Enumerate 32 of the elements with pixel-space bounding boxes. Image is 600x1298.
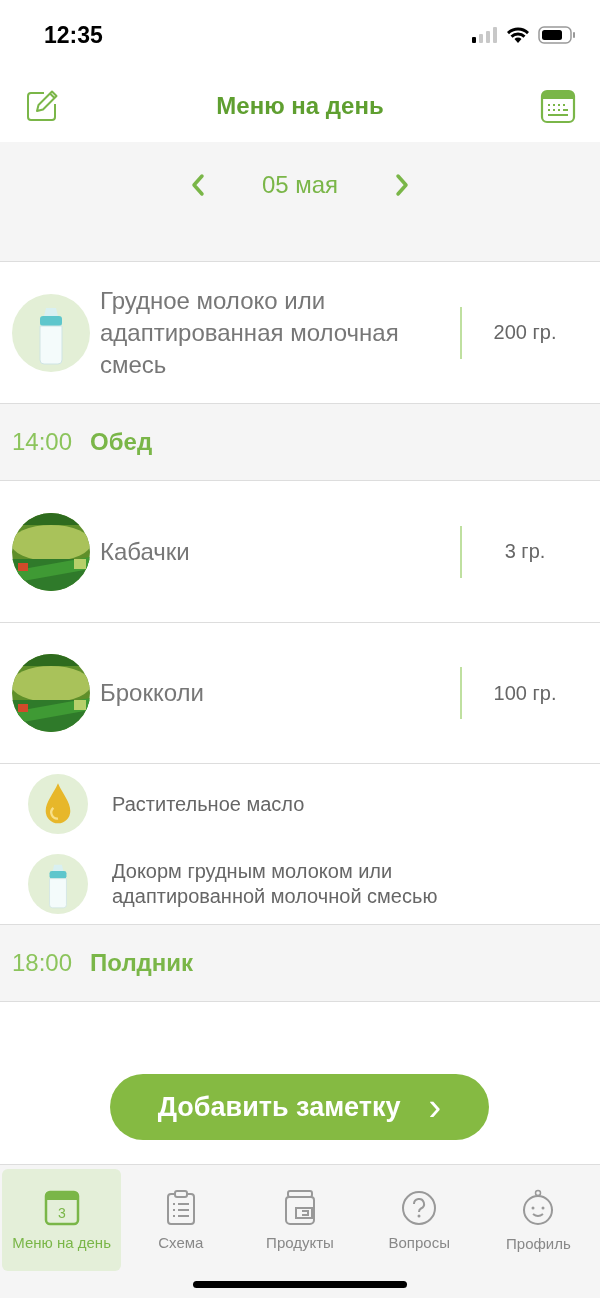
jar-icon xyxy=(282,1189,318,1226)
product-name: Кабачки xyxy=(99,536,191,567)
calendar-icon: 3 xyxy=(43,1189,80,1226)
keyboard-calendar-icon[interactable] xyxy=(540,88,576,124)
signal-icon xyxy=(472,27,498,43)
tab[interactable]: Продукты xyxy=(240,1169,360,1271)
battery-icon xyxy=(538,26,576,44)
add-note-button[interactable]: Добавить заметку › xyxy=(110,1074,489,1140)
baby-bottle-icon xyxy=(12,293,90,372)
tab[interactable]: Схема xyxy=(121,1169,241,1271)
tab[interactable]: Вопросы xyxy=(359,1169,479,1271)
baby-bottle-icon xyxy=(28,854,88,914)
supplement-name: Докорм грудным молоком или адаптированной молочной смесью xyxy=(112,859,439,909)
screen-title: Меню на день xyxy=(216,92,384,120)
product-name: Брокколи xyxy=(99,678,205,708)
meal-name: Полдник xyxy=(90,949,194,977)
product-amount: 200 гр. xyxy=(460,306,588,359)
wifi-icon xyxy=(506,26,530,44)
meal-name: Обед xyxy=(90,428,153,456)
product-amount: 3 гр. xyxy=(460,525,588,578)
tab[interactable]: 3 Меню на день xyxy=(2,1169,122,1271)
product-name: Грудное молоко или адаптированная молочная смесь xyxy=(99,285,400,380)
meal-time: 18:00 xyxy=(12,949,73,977)
question-icon xyxy=(401,1189,438,1226)
edit-icon[interactable] xyxy=(24,88,60,124)
tab[interactable]: Профиль xyxy=(478,1169,598,1271)
oil-drop-icon xyxy=(28,774,88,834)
status-time: 12:35 xyxy=(44,21,103,49)
date-label: 05 мая xyxy=(261,171,339,199)
meal-time: 14:00 xyxy=(12,428,73,456)
supplement-name: Растительное масло xyxy=(112,791,305,817)
product-amount: 100 гр. xyxy=(460,667,588,719)
